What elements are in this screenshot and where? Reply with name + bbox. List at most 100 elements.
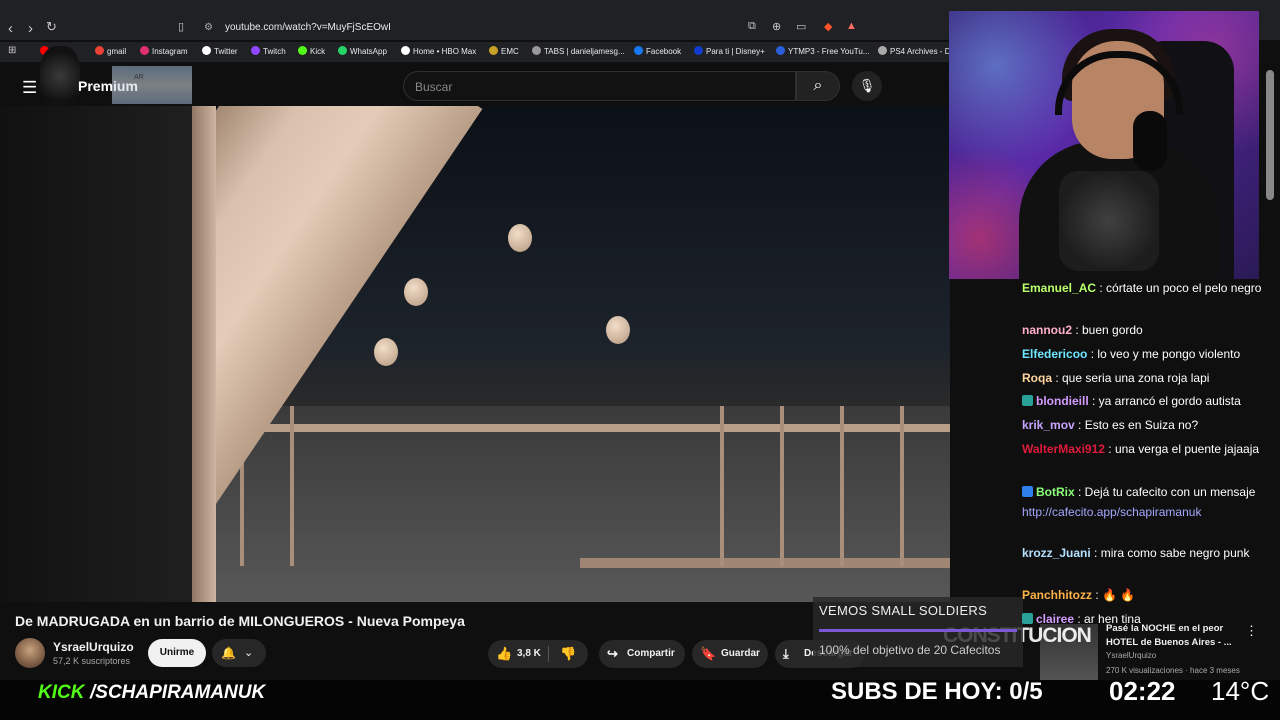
chat-text: : que seria una zona roja lapi	[1052, 371, 1210, 385]
notifications-button[interactable]: 🔔 ⌄	[212, 639, 266, 667]
menu-icon[interactable]: ☰	[22, 78, 37, 98]
zoom-icon[interactable]: ⊕	[772, 20, 781, 33]
bookmark-favicon-icon	[401, 46, 410, 55]
share-button[interactable]: ↪ Compartir	[599, 640, 685, 668]
bookmark-item[interactable]: Para ti | Disney+	[694, 46, 765, 56]
bookmark-item[interactable]: PS4 Archives - D	[878, 46, 950, 56]
chat-username: blondieill	[1036, 394, 1089, 408]
bookmark-item[interactable]: EMC	[489, 46, 519, 56]
bookmark-favicon-icon	[532, 46, 541, 55]
join-button[interactable]: Unirme	[148, 639, 206, 667]
bookmark-favicon-icon	[878, 46, 887, 55]
channel-name[interactable]: YsraelUrquizo	[53, 640, 134, 654]
download-icon: ⤓	[783, 646, 789, 661]
like-count[interactable]: 3,8 K	[517, 640, 541, 668]
voice-search-button[interactable]: 🎙	[852, 71, 882, 101]
cast-icon[interactable]: ▭	[796, 20, 806, 33]
microphone-icon: 🎙	[858, 78, 876, 93]
bookmark-item[interactable]: WhatsApp	[338, 46, 387, 56]
bookmark-favicon-icon	[251, 46, 260, 55]
video-rail-post	[900, 406, 904, 566]
bookmark-item[interactable]: YTMP3 - Free YouTu...	[776, 46, 870, 56]
bookmark-item[interactable]: Kick	[298, 46, 325, 56]
more-options-icon[interactable]: ⋮	[1245, 623, 1258, 639]
bookmark-favicon-icon	[776, 46, 785, 55]
brave-shield-icon[interactable]: ◆	[824, 20, 832, 33]
webcam-overlay	[949, 11, 1259, 279]
search-input[interactable]: Buscar	[403, 71, 796, 101]
like-icon[interactable]: 👍	[496, 640, 512, 668]
bookmark-label: YTMP3 - Free YouTu...	[788, 47, 870, 56]
apps-grid-icon[interactable]: ⊞	[8, 45, 16, 56]
chat-badge-icon	[1022, 613, 1033, 624]
dislike-icon[interactable]: 👎	[560, 640, 576, 668]
video-title: De MADRUGADA en un barrio de MILONGUEROS…	[15, 613, 465, 629]
chat-badge-icon	[1022, 486, 1033, 497]
recommended-meta: 270 K visualizaciones · hace 3 meses	[1106, 666, 1240, 675]
flag-label: AR	[134, 74, 144, 81]
translate-icon[interactable]: ⧉	[748, 20, 756, 33]
stream-chat: Emanuel_AC : córtate un poco el pelo neg…	[1022, 279, 1262, 624]
bookmark-label: Instagram	[152, 47, 188, 56]
bookmark-item[interactable]: Home • HBO Max	[401, 46, 476, 56]
chat-badge-icon	[1022, 395, 1033, 406]
video-rail-post	[840, 406, 844, 566]
chat-username: clairee	[1036, 612, 1075, 624]
video-rivet	[404, 278, 428, 306]
address-bar[interactable]: ⚙ youtube.com/watch?v=MuyFjScEOwI	[196, 18, 896, 38]
chat-text: : buen gordo	[1072, 323, 1143, 337]
video-steel-column	[190, 106, 216, 602]
channel-subscribers: 57,2 K suscriptores	[53, 656, 131, 666]
chat-message: Emanuel_AC : córtate un poco el pelo neg…	[1022, 279, 1262, 299]
search-button[interactable]: ⌕	[796, 71, 840, 101]
argentina-flag-overlay: AR	[112, 66, 192, 104]
bookmark-favicon-icon	[202, 46, 211, 55]
share-icon: ↪	[607, 646, 618, 661]
save-button[interactable]: 🔖 Guardar	[692, 640, 768, 668]
search-placeholder: Buscar	[415, 80, 453, 94]
chat-text: : lo veo y me pongo violento	[1087, 347, 1241, 361]
site-info-icon[interactable]: ⚙	[204, 18, 213, 38]
forward-icon[interactable]: ›	[28, 20, 33, 37]
bookmark-icon[interactable]: ▯	[178, 20, 184, 33]
bookmark-item[interactable]: Twitch	[251, 46, 286, 56]
page-scrollbar[interactable]	[1266, 70, 1274, 200]
bookmark-item[interactable]: Twitter	[202, 46, 238, 56]
bookmark-item[interactable]: TABS | danieljamesg...	[532, 46, 625, 56]
chat-message: WalterMaxi912 : una verga el puente jaja…	[1022, 440, 1262, 460]
bookmark-label: PS4 Archives - D	[890, 47, 951, 56]
bookmark-label: Para ti | Disney+	[706, 47, 765, 56]
kick-brand-label: KICK	[38, 682, 85, 703]
reload-icon[interactable]: ↻	[46, 19, 57, 35]
bookmark-favicon-icon	[634, 46, 643, 55]
like-dislike-group: 👍 3,8 K 👎	[488, 640, 588, 668]
recommended-title[interactable]: Pasé la NOCHE en el peor HOTEL de Buenos…	[1106, 622, 1246, 650]
bookmark-label: TABS | danieljamesg...	[544, 47, 625, 56]
bookmark-favicon-icon	[489, 46, 498, 55]
bookmark-item[interactable]: gmail	[95, 46, 126, 56]
bookmark-label: Home • HBO Max	[413, 47, 477, 56]
chat-message: clairee : ar hen tina	[1022, 610, 1262, 624]
bookmark-label: Twitch	[263, 47, 286, 56]
chat-text: : ya arrancó el gordo autista	[1088, 394, 1241, 408]
goal-value: 100% del objetivo de 20 Cafecitos	[819, 643, 1001, 657]
rewards-icon[interactable]: ▲	[846, 20, 857, 32]
chat-link[interactable]: http://cafecito.app/schapiramanuk	[1022, 503, 1262, 523]
bookmark-label: EMC	[501, 47, 519, 56]
video-railing	[210, 424, 950, 432]
chat-text: : mira como sabe negro punk	[1090, 546, 1250, 560]
back-icon[interactable]: ‹	[8, 20, 13, 37]
bookmark-item[interactable]: Instagram	[140, 46, 188, 56]
chat-username: WalterMaxi912	[1022, 442, 1105, 456]
youtube-logo-icon[interactable]	[40, 46, 80, 106]
bell-icon: 🔔	[221, 646, 236, 660]
bookmark-favicon-icon	[140, 46, 149, 55]
bookmark-label: Facebook	[646, 47, 682, 56]
goal-title: VEMOS SMALL SOLDIERS	[819, 603, 988, 618]
bookmark-label: gmail	[107, 47, 127, 56]
chat-message: Elfedericoo : lo veo y me pongo violento	[1022, 345, 1262, 365]
subs-today-counter: SUBS DE HOY: 0/5	[831, 678, 1043, 705]
bookmark-item[interactable]: Facebook	[634, 46, 681, 56]
video-rail-post	[290, 406, 294, 566]
channel-avatar[interactable]	[15, 638, 45, 668]
